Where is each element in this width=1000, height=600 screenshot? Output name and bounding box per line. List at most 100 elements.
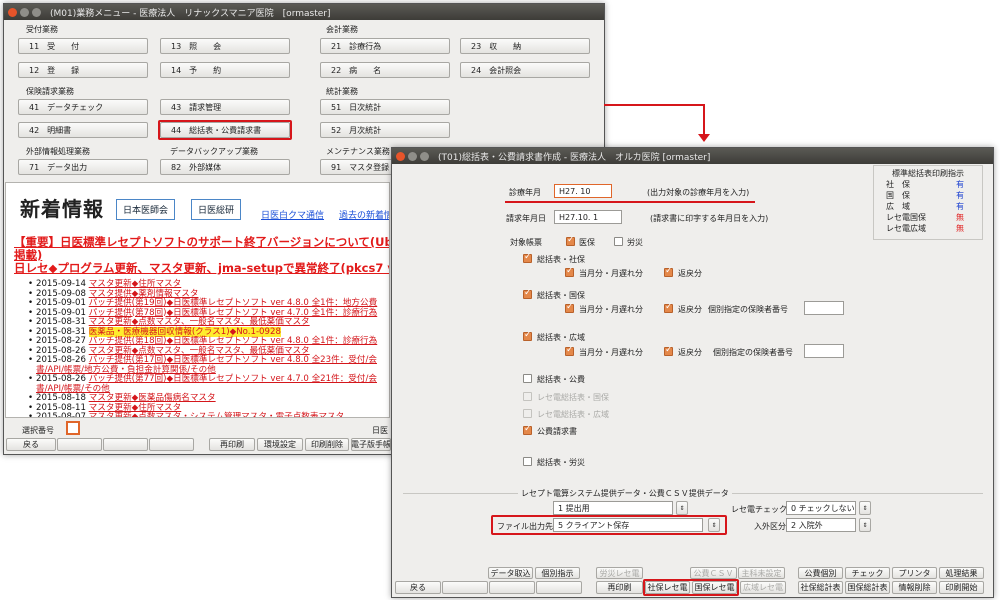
rousai-soukatsu-checkbox[interactable] bbox=[523, 457, 532, 466]
kouiki-checkbox[interactable] bbox=[523, 330, 532, 341]
menu-14-yoyaku-button[interactable]: 14 予 約 bbox=[160, 62, 290, 78]
check-button[interactable]: チェック bbox=[845, 567, 890, 579]
main-empty-button-1[interactable] bbox=[57, 438, 102, 451]
news-link-text[interactable]: パッチ提供(第19回)◆日医標準レセプトソフト ver 4.8.0 全1件：地方… bbox=[89, 298, 378, 308]
souken-link-button[interactable]: 日医総研 bbox=[191, 199, 242, 220]
sub-empty-button-2[interactable] bbox=[489, 581, 535, 594]
kokuho-checkbox[interactable] bbox=[523, 288, 532, 299]
menu-43-seikyu-kanri-button[interactable]: 43 請求管理 bbox=[160, 99, 290, 115]
news-link-text[interactable]: マスタ更新◆住所マスタ bbox=[89, 403, 182, 413]
main-printdel-button[interactable]: 印刷削除 bbox=[305, 438, 349, 451]
menu-21-shinryo-button[interactable]: 21 診療行為 bbox=[320, 38, 450, 54]
sub-empty-button-1[interactable] bbox=[442, 581, 488, 594]
shaho-soukatsu-button[interactable]: 社保総計表 bbox=[798, 581, 843, 594]
news-link-text[interactable]: 医薬品・医療機器回収情報(クラス1)◆No.1-0928 bbox=[88, 326, 281, 337]
teikyo-spin-icon[interactable]: ⇕ bbox=[676, 501, 688, 515]
main-empty-button-3[interactable] bbox=[149, 438, 194, 451]
menu-13-shoukai-button[interactable]: 13 照 会 bbox=[160, 38, 290, 54]
menu-12-touroku-button[interactable]: 12 登 録 bbox=[18, 62, 148, 78]
menu-51-nichiji-button[interactable]: 51 日次統計 bbox=[320, 99, 450, 115]
teikyo-select[interactable]: 1 提出用 bbox=[553, 501, 673, 515]
kokuho-soukatsu-button[interactable]: 国保総計表 bbox=[845, 581, 890, 594]
news-link-text[interactable]: マスタ更新◆住所マスタ bbox=[89, 279, 182, 289]
select-number-input[interactable] bbox=[66, 421, 80, 435]
main-env-button[interactable]: 環境設定 bbox=[257, 438, 303, 451]
news-link-text[interactable]: 書/API/帳票/その他 bbox=[36, 384, 110, 394]
shukai-button[interactable]: 主科未設定 bbox=[738, 567, 785, 579]
news-link-text[interactable]: パッチ提供(第17回)◆日医標準レセプトソフト ver 4.8.0 全23件：受… bbox=[89, 355, 377, 365]
kokuho-henrei-checkbox[interactable] bbox=[664, 302, 673, 313]
past-news-link[interactable]: 過去の新着情 bbox=[339, 208, 389, 221]
iho-checkbox[interactable] bbox=[566, 235, 575, 246]
news-link-text[interactable]: パッチ提供(第18回)◆日医標準レセプトソフト ver 4.8.0 全1件：診療… bbox=[89, 336, 378, 346]
close-icon[interactable] bbox=[396, 151, 405, 161]
kouhi-csv-button[interactable]: 公費ＣＳＶ bbox=[690, 567, 737, 579]
menu-11-uketsuke-button[interactable]: 11 受 付 bbox=[18, 38, 148, 54]
recheck-select[interactable]: 0 チェックしない bbox=[786, 501, 856, 515]
news-link-text[interactable]: パッチ提供(第77回)◆日医標準レセプトソフト ver 4.7.0 全21件：受… bbox=[89, 374, 377, 384]
kouhi-seikyu-checkbox[interactable] bbox=[523, 424, 532, 435]
jma-link-button[interactable]: 日本医師会 bbox=[116, 199, 176, 220]
news-link-text[interactable]: マスタ更新◆点数マスタ・システム管理マスタ・電子点数表マスタ bbox=[89, 412, 345, 417]
main-empty-button-2[interactable] bbox=[103, 438, 148, 451]
menu-24-kaikei-shoukai-button[interactable]: 24 会計照会 bbox=[460, 62, 590, 78]
data-torikomi-button[interactable]: データ取込 bbox=[488, 567, 533, 579]
sub-empty-button-3[interactable] bbox=[536, 581, 582, 594]
main-reprint-button[interactable]: 再印刷 bbox=[209, 438, 255, 451]
news-link-text[interactable]: 書/API/帳票/地方公費・負担金計算関係/その他 bbox=[36, 365, 216, 375]
news-link-text[interactable]: パッチ提供(第78回)◆日医標準レセプトソフト ver 4.7.0 全1件：診療… bbox=[89, 308, 378, 318]
nyugai-select[interactable]: 2 入院外 bbox=[786, 518, 856, 532]
menu-91-master-button[interactable]: 91 マスタ登録 bbox=[320, 159, 400, 175]
kokuho-kobetsu-input[interactable] bbox=[804, 301, 844, 315]
news-link-text[interactable]: マスタ更新◆点数マスタ、一般名マスタ、最低薬価マスタ bbox=[89, 346, 310, 356]
sub-reprint-button[interactable]: 再印刷 bbox=[596, 581, 643, 594]
menu-41-datacheck-button[interactable]: 41 データチェック bbox=[18, 99, 148, 115]
rousai-rece-button[interactable]: 労災レセ電 bbox=[596, 567, 643, 579]
kouhi-soukatsu-checkbox[interactable] bbox=[523, 374, 532, 383]
kouhi-kobetsu-button[interactable]: 公費個別 bbox=[798, 567, 843, 579]
news-link-text[interactable]: マスタ更新◆医薬品傷病名マスタ bbox=[89, 393, 216, 403]
shaho-henrei-checkbox[interactable] bbox=[664, 266, 673, 277]
close-icon[interactable] bbox=[8, 7, 17, 17]
minimize-icon[interactable] bbox=[408, 151, 417, 161]
menu-23-shuno-button[interactable]: 23 収 納 bbox=[460, 38, 590, 54]
menu-52-getsuji-button[interactable]: 52 月次統計 bbox=[320, 122, 450, 138]
menu-22-byomei-button[interactable]: 22 病 名 bbox=[320, 62, 450, 78]
seikyu-input[interactable]: H27.10. 1 bbox=[554, 210, 622, 224]
main-denshi-button[interactable]: 電子版手帳 bbox=[351, 438, 391, 451]
shinryo-input[interactable]: H27. 10 bbox=[554, 184, 612, 198]
news-item[interactable]: 2015-08-07 マスタ更新◆点数マスタ・システム管理マスタ・電子点数表マス… bbox=[28, 412, 389, 417]
news-important-1[interactable]: 【重要】日医標準レセプトソフトのサポート終了バージョンについて(Ubuntu1 bbox=[14, 234, 389, 250]
news-link-text[interactable]: マスタ更新◆点数マスタ、一般名マスタ、最低薬価マスタ bbox=[89, 317, 310, 327]
menu-82-gaibu-baitai-button[interactable]: 82 外部媒体 bbox=[160, 159, 290, 175]
shaho-toutsuki-checkbox[interactable] bbox=[565, 266, 574, 277]
shaho-checkbox[interactable] bbox=[523, 252, 532, 263]
printer-button[interactable]: プリンタ bbox=[892, 567, 937, 579]
kobetsu-shiji-button[interactable]: 個別指示 bbox=[535, 567, 580, 579]
recheck-spin-icon[interactable]: ⇕ bbox=[859, 501, 871, 515]
news-list: 2015-09-14 マスタ更新◆住所マスタ2015-09-08 マスタ提供◆薬… bbox=[28, 279, 389, 417]
kouiki-toutsuki-checkbox[interactable] bbox=[565, 345, 574, 356]
minimize-icon[interactable] bbox=[20, 7, 29, 17]
kouiki-kobetsu-input[interactable] bbox=[804, 344, 844, 358]
rece-kouiki-checkbox[interactable] bbox=[523, 409, 532, 418]
news-date: 2015-08-31 bbox=[36, 326, 86, 337]
kokuho-toutsuki-checkbox[interactable] bbox=[565, 302, 574, 313]
menu-42-meisaisho-button[interactable]: 42 明細書 bbox=[18, 122, 148, 138]
maximize-icon[interactable] bbox=[32, 7, 41, 17]
shori-kekka-button[interactable]: 処理結果 bbox=[939, 567, 984, 579]
nyugai-spin-icon[interactable]: ⇕ bbox=[859, 518, 871, 532]
rousai-checkbox[interactable] bbox=[614, 237, 623, 246]
maximize-icon[interactable] bbox=[420, 151, 429, 161]
shirokuma-link[interactable]: 日医白クマ通信 bbox=[261, 208, 324, 221]
rece-kokuho-checkbox[interactable] bbox=[523, 392, 532, 401]
info-delete-button[interactable]: 情報削除 bbox=[892, 581, 937, 594]
sub-back-button[interactable]: 戻る bbox=[395, 581, 441, 594]
news-link-text[interactable]: マスタ提供◆薬剤情報マスタ bbox=[89, 289, 199, 299]
news-important-2[interactable]: 日レセ◆プログラム更新、マスタ更新、jma-setupで異常終了(pkcs7 v… bbox=[14, 260, 389, 276]
kouiki-rece-button[interactable]: 広域レセ電 bbox=[740, 581, 786, 594]
main-back-button[interactable]: 戻る bbox=[6, 438, 56, 451]
kouiki-henrei-checkbox[interactable] bbox=[664, 345, 673, 356]
print-start-button[interactable]: 印刷開始 bbox=[939, 581, 984, 594]
menu-71-data-output-button[interactable]: 71 データ出力 bbox=[18, 159, 148, 175]
